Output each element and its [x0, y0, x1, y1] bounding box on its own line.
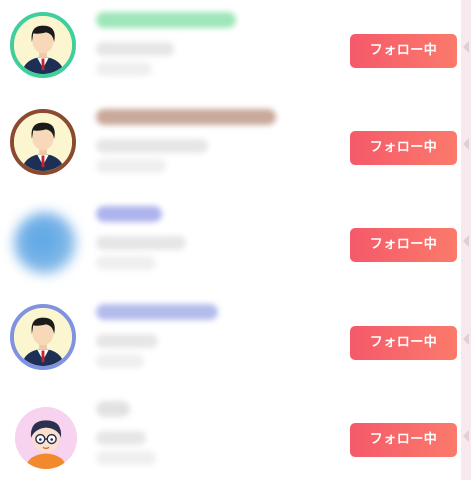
adjacent-panel-edge	[461, 0, 471, 480]
chevron-left-icon	[463, 235, 469, 247]
following-button[interactable]: フォロー中	[350, 131, 457, 165]
username-text	[96, 12, 236, 28]
profile-subtext	[96, 256, 156, 270]
person-avatar-icon[interactable]	[10, 12, 76, 78]
person-avatar-icon[interactable]	[10, 109, 76, 175]
following-button[interactable]: フォロー中	[350, 423, 457, 457]
profile-subtext	[96, 451, 156, 465]
username-text	[96, 304, 218, 320]
username-text	[96, 109, 276, 125]
profile-subtext	[96, 139, 208, 153]
username-text	[96, 401, 130, 417]
list-item[interactable]: フォロー中	[0, 4, 471, 101]
following-button[interactable]: フォロー中	[350, 326, 457, 360]
profile-subtext	[96, 334, 158, 348]
following-button[interactable]: フォロー中	[350, 34, 457, 68]
chevron-left-icon	[463, 41, 469, 53]
person-avatar-icon[interactable]	[10, 304, 76, 370]
list-item[interactable]: フォロー中	[0, 296, 471, 393]
following-list: フォロー中 フォロー中 フォロー中 フォロー中 フォロー中	[0, 0, 471, 480]
chevron-left-icon	[463, 333, 469, 345]
blurred-photo-avatar[interactable]	[14, 212, 76, 274]
list-item[interactable]: フォロー中	[0, 198, 471, 295]
list-item[interactable]: フォロー中	[0, 101, 471, 198]
chevron-left-icon	[463, 430, 469, 442]
profile-subtext	[96, 354, 144, 368]
profile-subtext	[96, 159, 166, 173]
profile-subtext	[96, 62, 152, 76]
profile-subtext	[96, 42, 174, 56]
username-text	[96, 206, 162, 222]
chevron-left-icon	[463, 138, 469, 150]
following-button[interactable]: フォロー中	[350, 228, 457, 262]
list-item[interactable]: フォロー中	[0, 393, 471, 480]
profile-subtext	[96, 431, 146, 445]
glasses-avatar-icon[interactable]	[15, 407, 77, 469]
profile-subtext	[96, 236, 186, 250]
